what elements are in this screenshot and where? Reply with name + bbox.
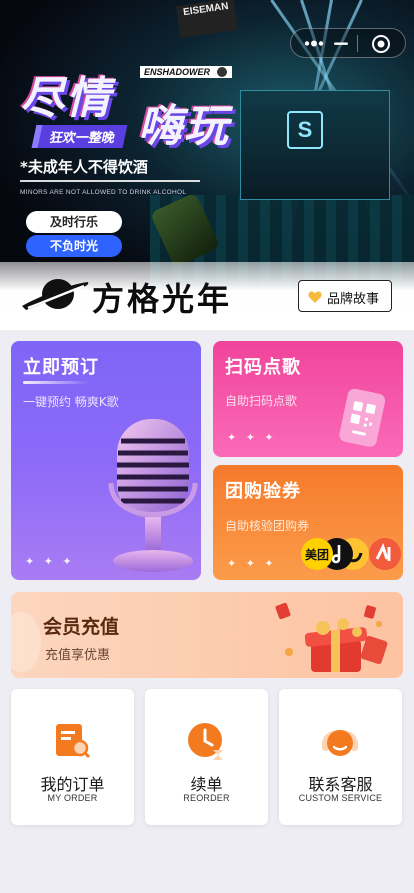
my-order-tile[interactable]: 我的订单 MY ORDER: [11, 689, 134, 825]
scan-song-title: 扫码点歌: [225, 357, 301, 378]
sparkle-decoration: ✦ ✦ ✦: [227, 431, 277, 444]
svg-text:美团: 美团: [305, 547, 329, 562]
hero-title-line2: 嗨玩: [138, 101, 230, 152]
scan-song-card[interactable]: 扫码点歌 自助扫码点歌 ✦ ✦ ✦: [213, 341, 403, 457]
capsule-divider: [357, 35, 358, 52]
member-recharge-subtitle: 充值享优惠: [45, 648, 111, 663]
book-now-card[interactable]: 立即预订 一键预约 畅爽K歌 ✦ ✦ ✦: [11, 341, 201, 580]
decor-blob: [11, 612, 41, 672]
heart-icon: [308, 291, 322, 303]
customer-service-sublabel: CUSTOM SERVICE: [298, 793, 383, 803]
microphone-icon: [108, 419, 198, 572]
minus-icon[interactable]: [331, 35, 351, 52]
qr-scan-icon: [339, 389, 386, 447]
customer-service-label: 联系客服: [308, 775, 373, 794]
my-order-sublabel: MY ORDER: [47, 793, 98, 803]
hero-pill-2: 不负时光: [26, 235, 122, 257]
group-voucher-subtitle: 自助核验团购券: [225, 519, 310, 533]
brand-story-label: 品牌故事: [327, 292, 380, 307]
corner-tag: EISEMAN: [176, 0, 238, 38]
hero-warning: *未成年人不得饮酒: [20, 158, 148, 176]
brand-strip: ENSHADOWER: [140, 66, 233, 78]
gift-icon: [275, 602, 388, 672]
hero-warning-en: MINORS ARE NOT ALLOWED TO DRINK ALCOHOL: [20, 189, 187, 196]
book-now-title: 立即预订: [23, 357, 99, 378]
reorder-tile[interactable]: 续单 REORDER: [145, 689, 268, 825]
member-recharge-card[interactable]: 会员充值 充值享优惠: [11, 592, 403, 678]
brand-bar: 方格光年 品牌故事: [0, 262, 414, 330]
order-icon: [56, 724, 91, 759]
reorder-sublabel: REORDER: [183, 793, 230, 803]
group-voucher-title: 团购验券: [225, 481, 301, 502]
stage-logo: S: [287, 111, 323, 149]
platform-logos-icon: 美团: [301, 538, 401, 570]
hero-pill-1: 及时行乐: [26, 211, 122, 233]
reorder-icon: [188, 723, 223, 760]
brand-story-button[interactable]: 品牌故事: [298, 280, 392, 312]
brand-name: 方格光年: [92, 280, 233, 318]
club-stage: S: [240, 90, 390, 200]
divider: [20, 180, 200, 182]
sparkle-decoration: ✦ ✦ ✦: [227, 557, 277, 570]
hero-title-line1: 尽情: [20, 73, 112, 124]
sparkle-decoration: ✦ ✦ ✦: [25, 555, 75, 568]
hero-tagline: 狂欢一整晚: [31, 125, 128, 148]
planet-logo-icon: [22, 279, 89, 310]
book-now-subtitle: 一键预约 畅爽K歌: [23, 395, 119, 409]
reorder-label: 续单: [190, 775, 223, 794]
more-icon[interactable]: [303, 35, 325, 52]
target-icon[interactable]: [371, 34, 391, 54]
group-voucher-card[interactable]: 团购验券 自助核验团购券 美团 ✦ ✦ ✦: [213, 465, 403, 580]
miniprogram-capsule: [290, 28, 406, 58]
member-recharge-title: 会员充值: [43, 616, 120, 638]
customer-service-tile[interactable]: 联系客服 CUSTOM SERVICE: [279, 689, 402, 825]
my-order-label: 我的订单: [40, 775, 105, 794]
title-underline: [23, 381, 89, 384]
scan-song-subtitle: 自助扫码点歌: [225, 394, 298, 408]
service-icon: [322, 730, 358, 756]
